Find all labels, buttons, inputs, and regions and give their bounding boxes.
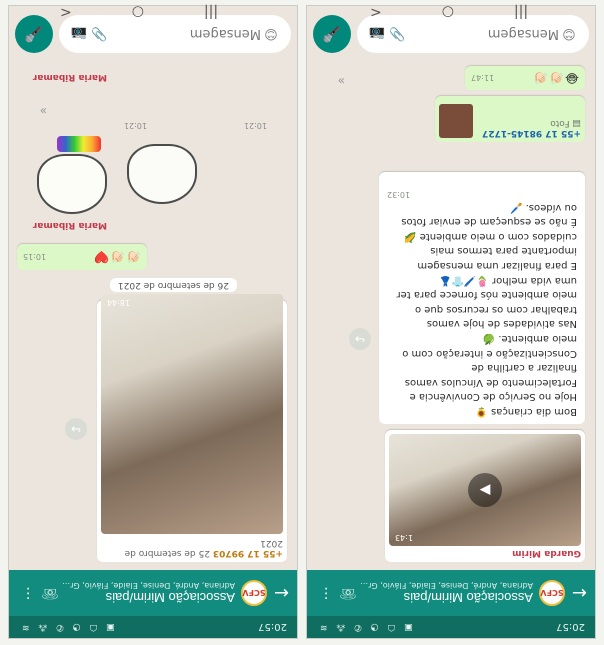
emoji-reactions: 😂👏🏻👏🏻 — [532, 71, 579, 85]
back-icon[interactable]: < — [60, 4, 72, 20]
call-add-icon[interactable]: ☏ — [337, 585, 359, 601]
call-add-icon[interactable]: ☏ — [39, 585, 61, 601]
status-bar: 20:57 ▣ ☖ ◔ ✆ ⁂ ≋ — [307, 616, 595, 638]
message-text: Bom dia crianças 🌻 Hoje no Serviço de Con… — [387, 199, 577, 418]
sticker-rainbow[interactable] — [37, 154, 107, 214]
message-line: Conscientização e interação com o — [402, 347, 577, 359]
status-time: 20:57 — [258, 621, 287, 633]
group-info[interactable]: Associação Mirim/pais Adriana, André, De… — [61, 581, 235, 605]
message-line: Fortalecimento de Vínculos vamos — [404, 376, 577, 388]
nav-bar-right: ||| ○ < — [370, 4, 528, 20]
emoji-message[interactable]: 👏🏻👏🏻❤️ 10:15 — [17, 244, 147, 270]
message-line: uma vida melhor 🌷🖊️👕👗 — [439, 274, 577, 286]
message-placeholder: Mensagem — [487, 26, 559, 42]
forward-icon[interactable]: ↪ — [349, 328, 371, 350]
camera-icon[interactable]: 📷 — [69, 27, 89, 42]
message-line: finalizar a cartilha de — [471, 362, 577, 374]
message-line: E para finalizar uma mensagem — [417, 260, 577, 272]
attach-icon[interactable]: 📎 — [89, 27, 109, 42]
message-line: meio ambiente. 🍏 — [482, 333, 577, 345]
emoji-time: 11:47 — [471, 73, 495, 83]
scroll-down-icon[interactable]: » — [40, 104, 47, 118]
emoji-icon[interactable]: 😊 — [559, 27, 579, 42]
text-message[interactable]: Bom dia crianças 🌻 Hoje no Serviço de Con… — [379, 172, 585, 424]
forward-icon[interactable]: ↪ — [65, 418, 87, 440]
group-avatar[interactable]: SCFV — [241, 580, 267, 606]
phone-screen-right: 20:57 ▣ ☖ ◔ ✆ ⁂ ≋ ← SCFV Associação Miri… — [8, 5, 298, 639]
more-options-icon[interactable]: ⋮ — [17, 585, 39, 601]
sender-name: Maria Ribamar — [32, 72, 107, 82]
back-arrow-icon[interactable]: ← — [571, 583, 587, 604]
message-line: Bom dia crianças 🌻 — [475, 406, 577, 417]
message-line: É não se esqueçam de enviar fotos — [401, 216, 577, 228]
photo-label: Foto — [550, 118, 570, 128]
back-arrow-icon[interactable]: ← — [273, 583, 289, 604]
emoji-time: 10:15 — [23, 252, 47, 262]
message-placeholder: Mensagem — [189, 26, 261, 42]
status-icons: ▣ ☖ ◔ ✆ ⁂ ≋ — [19, 622, 115, 632]
emoji-reactions: 👏🏻👏🏻❤️ — [93, 250, 141, 264]
video-message[interactable]: Guarda Mirim 1:43 ▶ — [385, 430, 585, 562]
photo-time: 18:44 — [107, 298, 131, 307]
sticker-time: 10:21 — [123, 121, 147, 130]
upside-down-scan: 20:57 ▣ ☖ ◔ ✆ ⁂ ≋ ← SCFV Associação Miri… — [0, 0, 604, 645]
status-icons: ▣ ☖ ◔ ✆ ⁂ ≋ — [317, 622, 413, 632]
photo-sender: +55 17 99703 — [212, 548, 283, 558]
message-line: ou vídeos. 🖌️ — [510, 201, 577, 213]
sender-name: Maria Ribamar — [32, 220, 107, 230]
photo-message[interactable]: +55 17 98145-1727 ▤ Foto — [435, 96, 585, 142]
emoji-icon[interactable]: 😊 — [261, 27, 281, 42]
message-line: cuidados com o meio ambiente 🌽 — [404, 230, 577, 242]
phone-screen-left: 20:57 ▣ ☖ ◔ ✆ ⁂ ≋ ← SCFV Associação Miri… — [306, 5, 596, 639]
sticker-face[interactable] — [127, 144, 197, 204]
chat-header: ← SCFV Associação Mirim/pais Adriana, An… — [9, 570, 297, 616]
video-thumbnail[interactable]: 1:43 ▶ — [389, 434, 581, 546]
video-duration: 1:43 — [395, 533, 413, 542]
camera-icon[interactable]: 📷 — [367, 27, 387, 42]
group-name: Associação Mirim/pais — [403, 590, 533, 605]
more-options-icon[interactable]: ⋮ — [315, 585, 337, 601]
group-info[interactable]: Associação Mirim/pais Adriana, André, De… — [359, 581, 533, 605]
message-line: Hoje no Serviço de Convivência e — [409, 391, 577, 403]
nav-bar-left: ||| ○ < — [60, 4, 218, 20]
home-icon[interactable]: ○ — [442, 4, 454, 20]
attach-icon[interactable]: 📎 — [387, 27, 407, 42]
status-time: 20:57 — [556, 621, 585, 633]
back-icon[interactable]: < — [370, 4, 382, 20]
date-divider: 26 de setembro de 2021 — [109, 278, 237, 292]
photo-icon: ▤ — [569, 118, 581, 128]
home-icon[interactable]: ○ — [132, 4, 144, 20]
group-avatar[interactable]: SCFV — [539, 580, 565, 606]
message-list[interactable]: +55 17 99703 25 de setembro de 2021 18:4… — [9, 62, 297, 570]
photo-thumbnail[interactable] — [439, 104, 473, 138]
recents-icon[interactable]: ||| — [204, 4, 218, 20]
message-line: meio ambiente nós fornece para ter — [396, 289, 577, 301]
recents-icon[interactable]: ||| — [514, 4, 528, 20]
message-line: trabalhar com os recursos que o — [414, 303, 577, 315]
group-members: Adriana, André, Denise, Elaide, Flávio, … — [61, 581, 235, 590]
emoji-message[interactable]: 😂👏🏻👏🏻 11:47 — [465, 66, 585, 90]
status-bar: 20:57 ▣ ☖ ◔ ✆ ⁂ ≋ — [9, 616, 297, 638]
photo-thumbnail[interactable]: 18:44 — [101, 294, 283, 534]
play-icon[interactable]: ▶ — [468, 473, 502, 507]
sticker-time: 10:21 — [243, 121, 267, 130]
message-line: importante para termos mais — [430, 245, 577, 257]
sender-name: Guarda Mirim — [512, 548, 581, 558]
photo-message[interactable]: +55 17 99703 25 de setembro de 2021 18:4… — [97, 294, 287, 562]
message-time: 10:32 — [387, 190, 411, 200]
photo-sender: +55 17 98145-1727 — [482, 128, 581, 138]
message-list[interactable]: Guarda Mirim 1:43 ▶ ↪ Bom dia crianças 🌻… — [307, 62, 595, 570]
chat-header: ← SCFV Associação Mirim/pais Adriana, An… — [307, 570, 595, 616]
rainbow-icon — [57, 136, 101, 152]
group-name: Associação Mirim/pais — [105, 590, 235, 605]
group-members: Adriana, André, Denise, Elaide, Flávio, … — [359, 581, 533, 590]
scroll-down-icon[interactable]: » — [338, 74, 345, 88]
message-line: Nas atividades de hoje vamos — [426, 318, 577, 330]
